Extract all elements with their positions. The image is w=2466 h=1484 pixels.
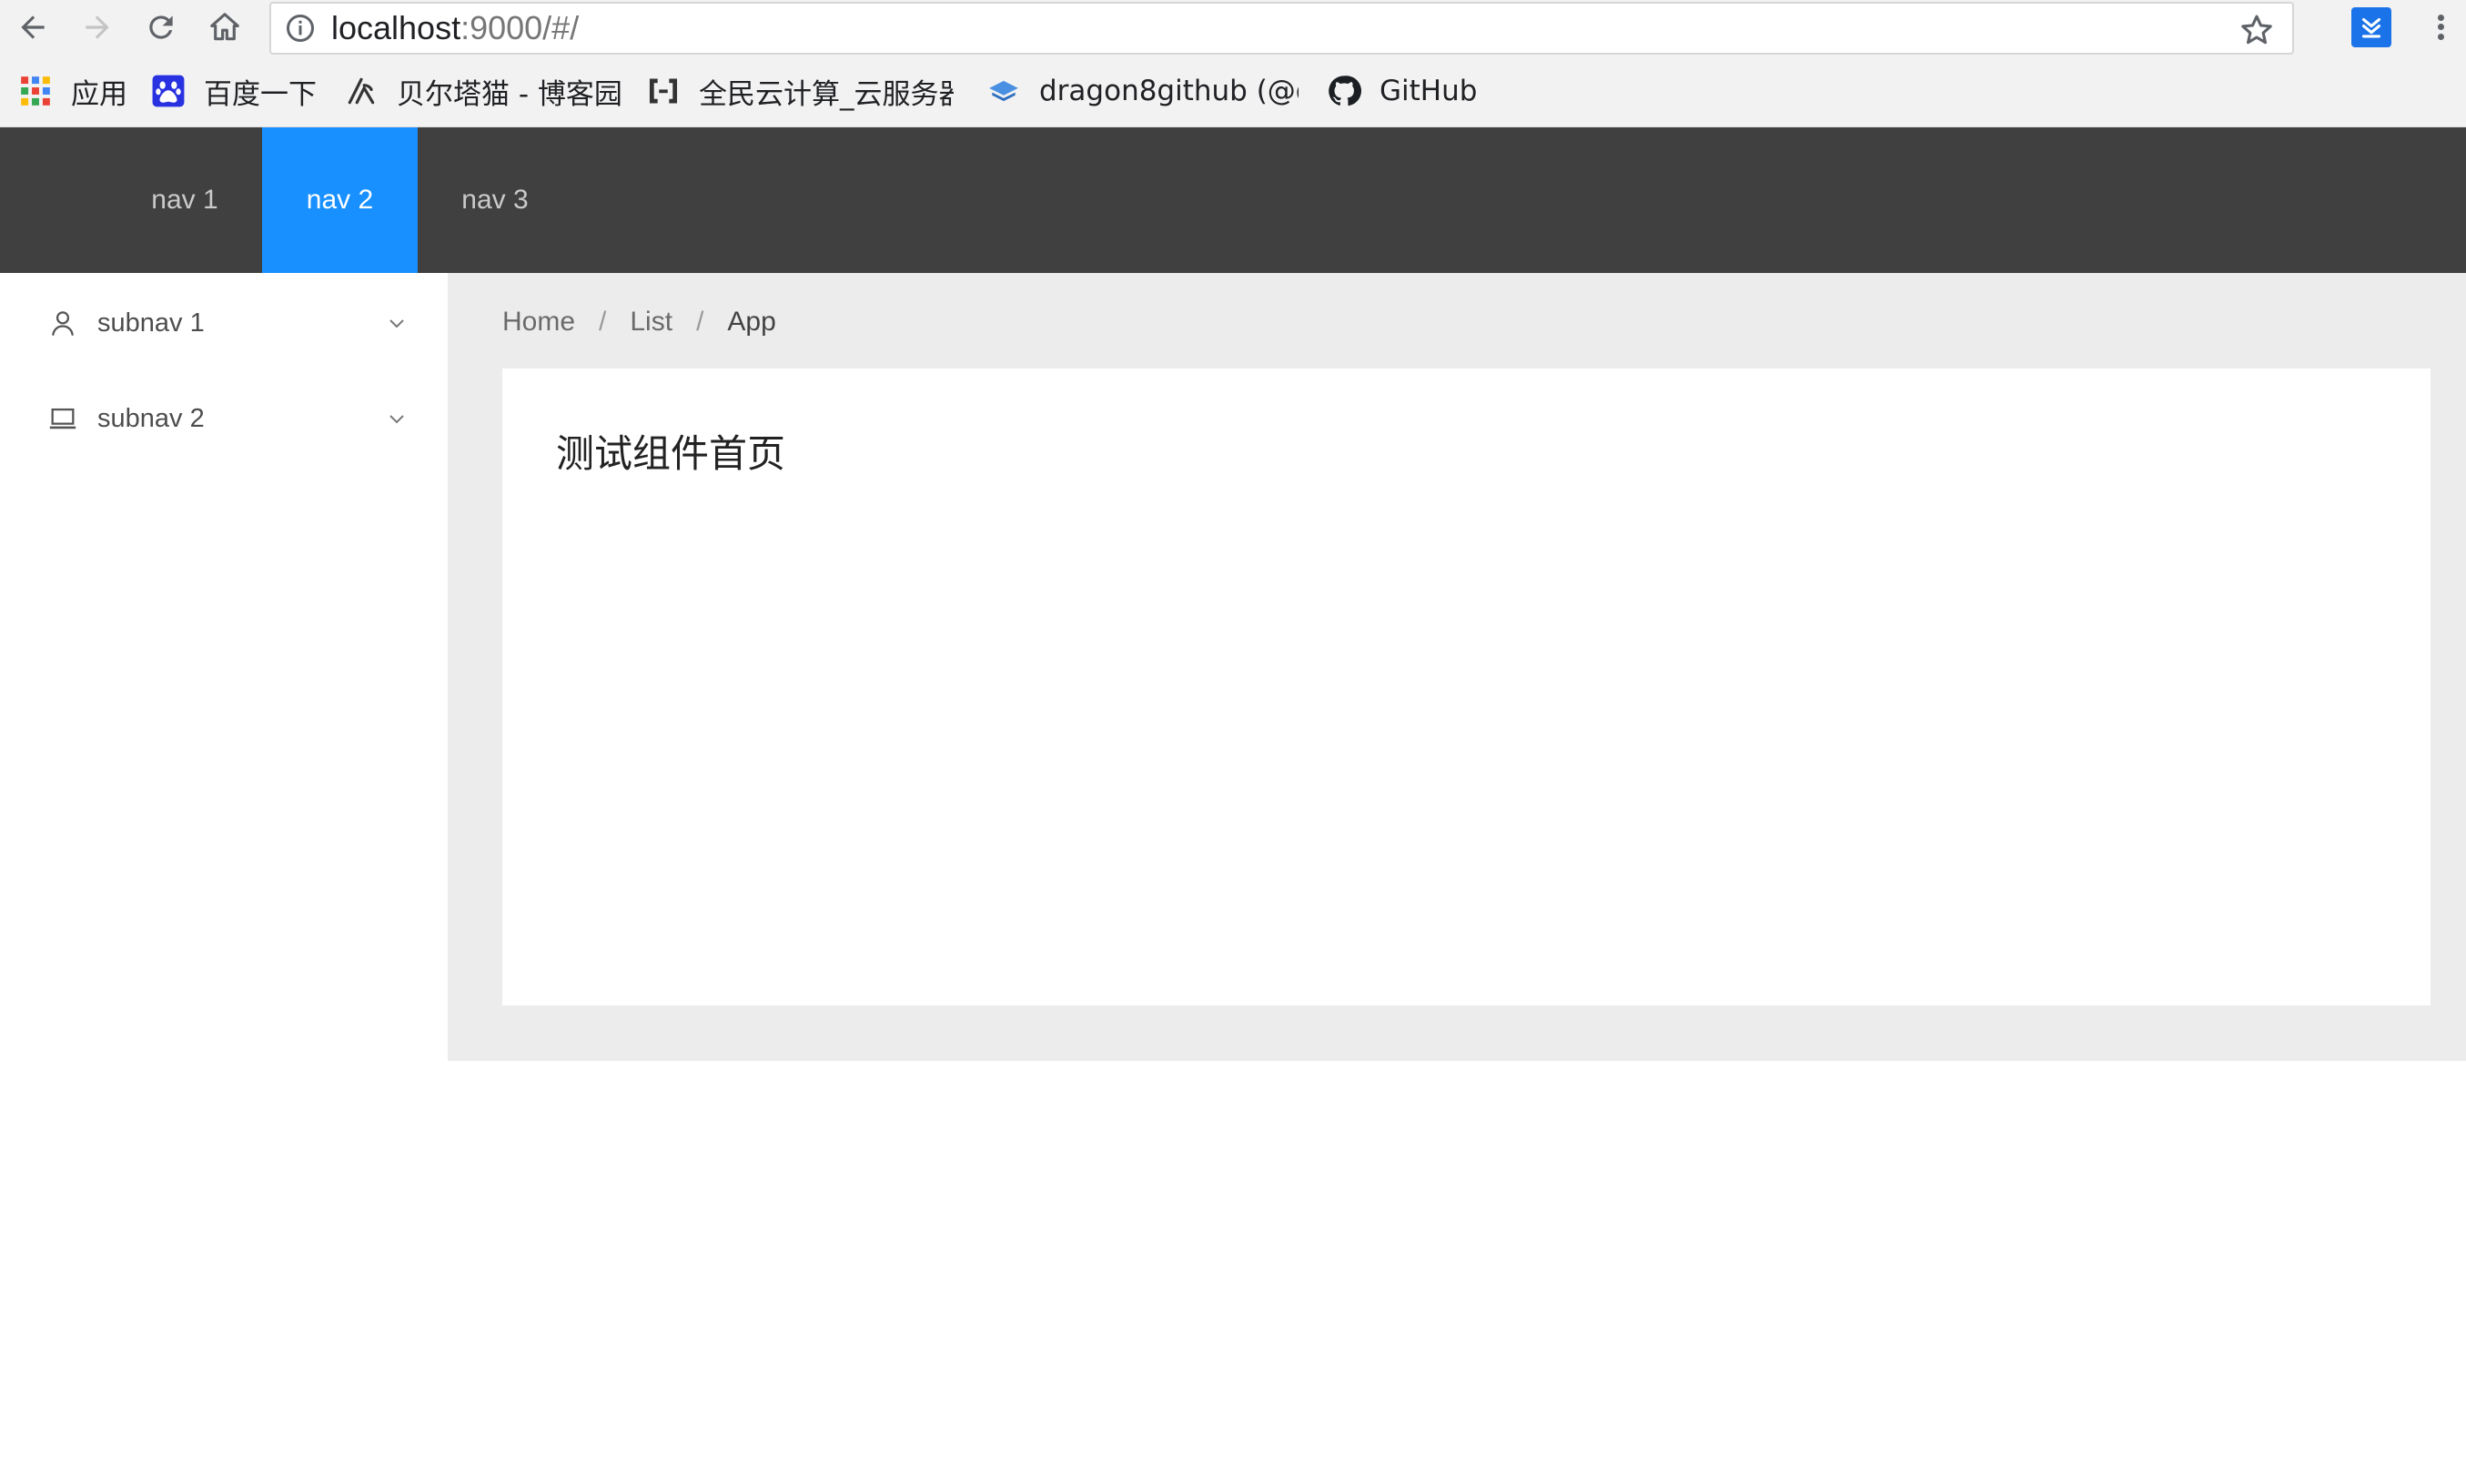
bookmark-aliyun[interactable]: 全民云计算_云服务器 [646, 69, 954, 113]
sidebar-item-label: subnav 1 [97, 308, 205, 338]
aliyun-icon [649, 78, 678, 104]
arrow-left-icon [21, 15, 45, 39]
content-area: Home / List / App 测试组件首页 [448, 273, 2466, 1061]
info-icon[interactable] [282, 10, 318, 46]
content-card: 测试组件首页 [502, 368, 2431, 1005]
sidebar-item-subnav-1[interactable]: subnav 1 [0, 278, 448, 368]
bookmark-github[interactable]: GitHub [1327, 69, 1477, 113]
top-nav-item-nav-1[interactable]: nav 1 [107, 127, 262, 273]
user-icon [52, 311, 74, 336]
top-nav-item-nav-3[interactable]: nav 3 [418, 127, 572, 273]
url-host: localhost [331, 9, 461, 46]
browser-toolbar: localhost:9000/#/ [0, 0, 2466, 55]
reload-icon [149, 15, 173, 39]
breadcrumb-list[interactable]: List [630, 307, 672, 338]
home-icon [210, 13, 239, 41]
chevron-down-icon [389, 415, 404, 424]
address-bar[interactable]: localhost:9000/#/ [269, 2, 2294, 55]
browser-menu-icon[interactable] [2428, 7, 2453, 47]
bookmark-label: 应用 [71, 77, 127, 111]
app-header: nav 1 nav 2 nav 3 [0, 127, 2466, 273]
bookmark-label: 全民云计算_云服务器 [699, 77, 954, 111]
github-icon [1329, 76, 1361, 106]
sidebar-item-subnav-2[interactable]: subnav 2 [0, 373, 448, 464]
sidebar: subnav 1 subnav 2 [0, 273, 448, 1061]
breadcrumb-home[interactable]: Home [502, 307, 575, 338]
bookmark-label: dragon8github (@d [1039, 75, 1299, 107]
bookmark-baidu[interactable]: 百度一下 [151, 69, 317, 113]
star-icon[interactable] [2238, 11, 2276, 49]
cnblogs-icon [348, 77, 375, 105]
url-path: :9000/#/ [460, 9, 580, 46]
bookmark-label: 贝尔塔猫 - 博客园 [397, 77, 622, 111]
arrow-right-icon [86, 15, 109, 39]
bookmark-label: 百度一下 [204, 77, 317, 111]
sidebar-item-label: subnav 2 [97, 403, 205, 433]
apps-grid-icon [21, 76, 50, 106]
forward-button[interactable] [66, 0, 129, 55]
reload-button[interactable] [129, 0, 193, 55]
breadcrumb-separator: / [696, 307, 704, 337]
bookmark-apps[interactable]: 应用 [18, 69, 127, 113]
back-button[interactable] [0, 0, 66, 55]
laptop-icon [49, 408, 76, 429]
baidu-paw-icon [152, 75, 185, 107]
extension-download-icon[interactable] [2351, 7, 2391, 47]
page-title: 测试组件首页 [556, 431, 786, 476]
breadcrumb-separator: / [599, 307, 607, 337]
bookmarks-bar: 应用 百度一下 贝尔塔猫 - 博客园 全民云计算_云服务器 dragon8git… [0, 55, 2466, 127]
stack-icon [989, 80, 1018, 102]
url-text[interactable]: localhost:9000/#/ [331, 9, 579, 47]
bookmark-cnblogs[interactable]: 贝尔塔猫 - 博客园 [344, 69, 622, 113]
chevron-down-icon [389, 319, 404, 328]
breadcrumb-app: App [727, 307, 776, 337]
top-nav-item-nav-2[interactable]: nav 2 [262, 127, 418, 273]
breadcrumb: Home / List / App [502, 300, 776, 344]
bookmark-label: GitHub [1380, 75, 1478, 107]
bookmark-dragon8github[interactable]: dragon8github (@d [986, 69, 1299, 113]
home-button[interactable] [193, 0, 257, 55]
